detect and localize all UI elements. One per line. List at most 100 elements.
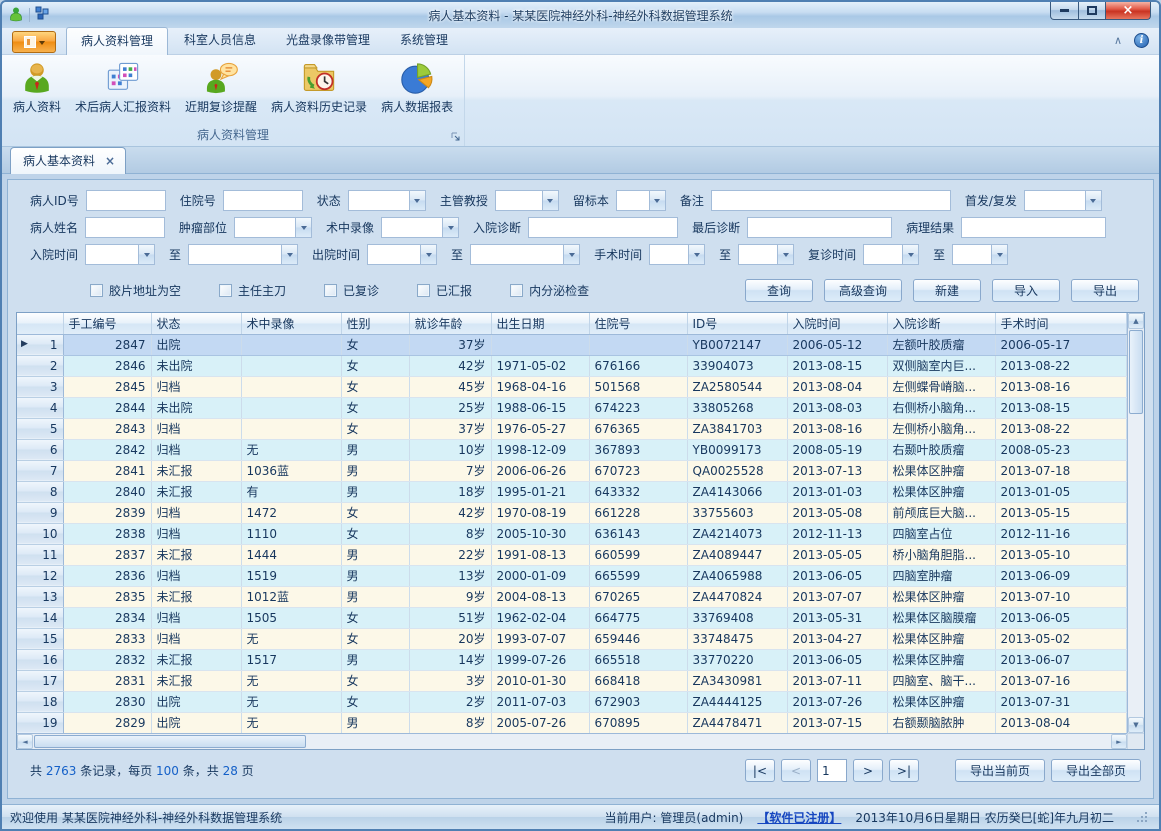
ribbon-collapse-button[interactable]: ∧ — [1114, 34, 1122, 47]
ribbon-button[interactable]: 近期复诊提醒 — [178, 57, 264, 124]
filter-checkbox[interactable]: 已复诊 — [324, 282, 379, 299]
filter-combobox[interactable] — [952, 244, 1008, 265]
dropdown-button[interactable] — [409, 191, 425, 210]
first-page-button[interactable]: |< — [745, 759, 775, 782]
last-page-button[interactable]: >| — [889, 759, 919, 782]
column-header[interactable] — [17, 313, 63, 334]
help-icon[interactable]: i — [1134, 33, 1149, 48]
filter-combobox[interactable] — [738, 244, 794, 265]
column-header[interactable]: 出生日期 — [491, 313, 589, 334]
filter-input[interactable] — [85, 217, 165, 238]
tab-patient-basic-info[interactable]: 病人基本资料 × — [10, 147, 126, 174]
scroll-left-icon[interactable]: ◄ — [17, 734, 33, 749]
table-row[interactable]: 92839归档1472女42岁1970-08-19661228337556032… — [17, 502, 1127, 523]
dropdown-button[interactable] — [138, 245, 154, 264]
filter-combobox[interactable] — [234, 217, 312, 238]
dropdown-button[interactable] — [563, 245, 579, 264]
column-header[interactable]: 术中录像 — [241, 313, 341, 334]
filter-input[interactable] — [223, 190, 303, 211]
dropdown-button[interactable] — [295, 218, 311, 237]
table-row[interactable]: 142834归档1505女51岁1962-02-0466477533769408… — [17, 607, 1127, 628]
filter-input[interactable] — [528, 217, 678, 238]
column-header[interactable]: 状态 — [151, 313, 241, 334]
ribbon-tab[interactable]: 病人资料管理 — [66, 27, 168, 55]
minimize-button[interactable] — [1050, 2, 1079, 20]
filter-input[interactable] — [711, 190, 951, 211]
filter-input[interactable] — [747, 217, 892, 238]
dropdown-button[interactable] — [442, 218, 458, 237]
filter-checkbox[interactable]: 主任主刀 — [219, 282, 286, 299]
dropdown-button[interactable] — [688, 245, 704, 264]
column-header[interactable]: 性别 — [341, 313, 409, 334]
table-row[interactable]: 72841未汇报1036蓝男7岁2006-06-26670723QA002552… — [17, 460, 1127, 481]
ribbon-button[interactable]: 病人资料 — [6, 57, 68, 124]
column-header[interactable]: 手工编号 — [63, 313, 151, 334]
table-row[interactable]: 102838归档1110女8岁2005-10-30636143ZA4214073… — [17, 523, 1127, 544]
dropdown-button[interactable] — [649, 191, 665, 210]
ribbon-button[interactable]: 病人数据报表 — [374, 57, 460, 124]
column-header[interactable]: 就诊年龄 — [409, 313, 491, 334]
window-layout-icon[interactable] — [35, 6, 50, 24]
previous-page-button[interactable]: < — [781, 759, 811, 782]
filter-combobox[interactable] — [348, 190, 426, 211]
dropdown-button[interactable] — [1085, 191, 1101, 210]
column-header[interactable]: 入院诊断 — [887, 313, 995, 334]
close-button[interactable]: × — [1106, 2, 1151, 20]
table-row[interactable]: 62842归档无男10岁1998-12-09367893YB0099173200… — [17, 439, 1127, 460]
export-current-page-button[interactable]: 导出当前页 — [955, 759, 1045, 782]
dropdown-button[interactable] — [777, 245, 793, 264]
next-page-button[interactable]: > — [853, 759, 883, 782]
column-header[interactable]: 手术时间 — [995, 313, 1127, 334]
action-button[interactable]: 导出 — [1071, 279, 1139, 302]
filter-checkbox[interactable]: 胶片地址为空 — [90, 282, 181, 299]
app-menu-button[interactable] — [12, 31, 56, 53]
table-row[interactable]: 112837未汇报1444男22岁1991-08-13660599ZA40894… — [17, 544, 1127, 565]
ribbon-tab[interactable]: 光盘录像带管理 — [272, 27, 384, 54]
filter-combobox[interactable] — [616, 190, 666, 211]
dropdown-button[interactable] — [281, 245, 297, 264]
horizontal-scroll-thumb[interactable] — [34, 735, 306, 748]
filter-combobox[interactable] — [863, 244, 919, 265]
tab-close-icon[interactable]: × — [105, 156, 115, 166]
page-number-input[interactable] — [817, 759, 847, 782]
column-header[interactable]: 入院时间 — [787, 313, 887, 334]
action-button[interactable]: 新建 — [913, 279, 981, 302]
table-row[interactable]: 32845归档女45岁1968-04-16501568ZA25805442013… — [17, 376, 1127, 397]
registration-status-link[interactable]: 【软件已注册】 — [757, 809, 841, 826]
vertical-scroll-thumb[interactable] — [1129, 330, 1143, 414]
filter-checkbox[interactable]: 已汇报 — [417, 282, 472, 299]
table-row[interactable]: 132835未汇报1012蓝男9岁2004-08-13670265ZA44708… — [17, 586, 1127, 607]
table-row[interactable]: 82840未汇报有男18岁1995-01-21643332ZA414306620… — [17, 481, 1127, 502]
filter-combobox[interactable] — [1024, 190, 1102, 211]
dropdown-button[interactable] — [420, 245, 436, 264]
table-row[interactable]: 152833归档无女20岁1993-07-0765944633748475201… — [17, 628, 1127, 649]
table-row[interactable]: 52843归档女37岁1976-05-27676365ZA38417032013… — [17, 418, 1127, 439]
dropdown-button[interactable] — [991, 245, 1007, 264]
table-row[interactable]: 42844未出院女25岁1988-06-15674223338052682013… — [17, 397, 1127, 418]
scroll-up-icon[interactable]: ▲ — [1128, 313, 1144, 329]
action-button[interactable]: 查询 — [745, 279, 813, 302]
column-header[interactable]: 住院号 — [589, 313, 687, 334]
filter-combobox[interactable] — [470, 244, 580, 265]
filter-input[interactable] — [86, 190, 166, 211]
action-button[interactable]: 导入 — [992, 279, 1060, 302]
column-header[interactable]: ID号 — [687, 313, 787, 334]
action-button[interactable]: 高级查询 — [824, 279, 902, 302]
dropdown-button[interactable] — [542, 191, 558, 210]
horizontal-scrollbar[interactable]: ◄ ► — [17, 733, 1127, 749]
table-row[interactable]: 172831未汇报无女3岁2010-01-30668418ZA343098120… — [17, 670, 1127, 691]
table-row[interactable]: 192829出院无男8岁2005-07-26670895ZA4478471201… — [17, 712, 1127, 733]
filter-combobox[interactable] — [188, 244, 298, 265]
filter-input[interactable] — [961, 217, 1106, 238]
filter-combobox[interactable] — [381, 217, 459, 238]
maximize-button[interactable] — [1079, 2, 1106, 20]
filter-combobox[interactable] — [85, 244, 155, 265]
table-row[interactable]: 22846未出院女42岁1971-05-02676166339040732013… — [17, 355, 1127, 376]
ribbon-button[interactable]: 术后病人汇报资料 — [68, 57, 178, 124]
filter-checkbox[interactable]: 内分泌检查 — [510, 282, 589, 299]
table-row[interactable]: 122836归档1519男13岁2000-01-09665599ZA406598… — [17, 565, 1127, 586]
filter-combobox[interactable] — [495, 190, 559, 211]
export-all-pages-button[interactable]: 导出全部页 — [1051, 759, 1141, 782]
table-row[interactable]: 162832未汇报1517男14岁1999-07-266655183377022… — [17, 649, 1127, 670]
table-row[interactable]: 182830出院无女2岁2011-07-03672903ZA4444125201… — [17, 691, 1127, 712]
